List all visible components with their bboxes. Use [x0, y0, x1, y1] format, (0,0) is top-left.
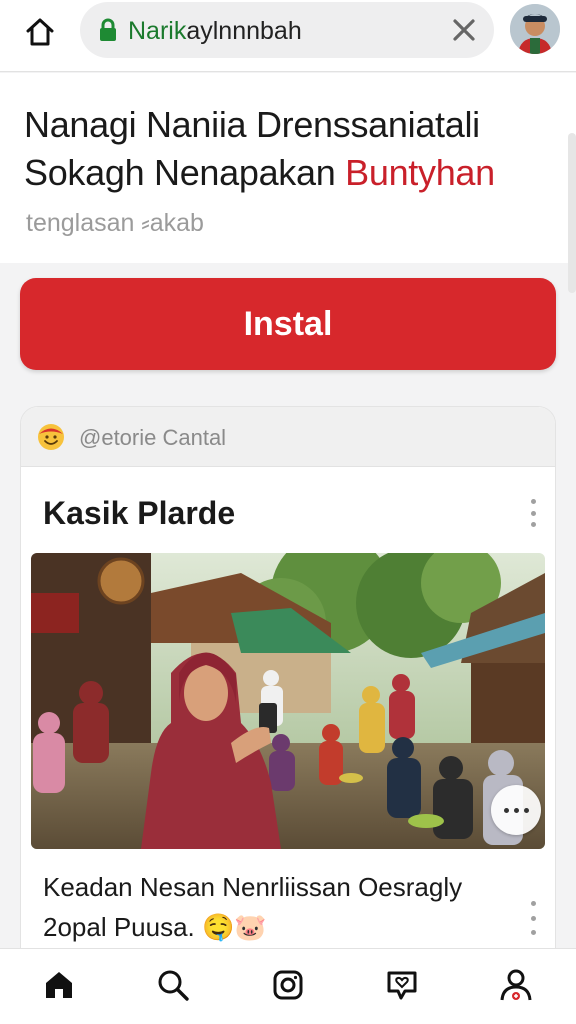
nav-home[interactable] [41, 967, 77, 1003]
scrollbar[interactable] [568, 133, 576, 293]
home-button[interactable] [20, 12, 60, 52]
post-photo[interactable] [31, 553, 545, 849]
camera-icon [273, 970, 303, 1000]
smiley-emoji-icon [38, 424, 64, 450]
lock-icon [100, 18, 116, 41]
url-path: aylnnnbah [186, 17, 302, 45]
chat-heart-icon [387, 971, 417, 1000]
nav-messages[interactable] [384, 967, 420, 1003]
avatar-image [510, 4, 560, 54]
caption-emojis: 🤤🐷 [202, 912, 267, 942]
page-subtitle: tenglasan ⸗akab [26, 209, 204, 237]
nav-search[interactable] [155, 967, 191, 1003]
card-handle[interactable]: @etorie Cantal [79, 425, 226, 451]
caption-line2: 2opal Puusa. [43, 912, 195, 942]
close-icon[interactable] [450, 16, 478, 44]
post-card: @etorie Cantal Kasik Plarde Keadan Nesan… [20, 406, 556, 966]
avatar[interactable] [510, 4, 560, 54]
profile-icon [500, 969, 532, 1001]
page-title-highlight: Buntyhan [345, 152, 495, 193]
caption-line1: Keadan Nesan Nenrliissan Oesragly [43, 872, 463, 902]
nav-camera[interactable] [270, 967, 306, 1003]
page-title-line1: Nanagi Naniia Drenssaniatali [24, 104, 480, 145]
url-domain: Narik [128, 17, 187, 45]
url-text[interactable]: Narikaylnnnbah [128, 16, 302, 46]
page-title-line2: Sokagh Nenapakan [24, 152, 346, 193]
more-horizontal-icon[interactable] [491, 785, 541, 835]
search-icon [158, 970, 189, 1001]
home-icon [26, 18, 54, 46]
home-icon [46, 972, 72, 998]
page-header: Nanagi Naniia Drenssaniatali Sokagh Nena… [0, 73, 576, 293]
address-bar[interactable]: Narikaylnnnbah [80, 2, 494, 58]
card-title: Kasik Plarde [43, 495, 236, 531]
top-bar: Narikaylnnnbah [0, 0, 576, 72]
village-market-photo [31, 553, 545, 849]
card-header: @etorie Cantal [21, 407, 555, 467]
bottom-navigation [0, 948, 576, 1024]
more-vertical-icon[interactable] [523, 901, 543, 935]
post-caption: Keadan Nesan Nenrliissan Oesragly 2opal … [43, 867, 513, 947]
page-title: Nanagi Naniia Drenssaniatali Sokagh Nena… [24, 101, 554, 197]
more-vertical-icon[interactable] [523, 499, 543, 527]
nav-profile[interactable] [498, 967, 534, 1003]
install-button[interactable]: Instal [20, 278, 556, 370]
